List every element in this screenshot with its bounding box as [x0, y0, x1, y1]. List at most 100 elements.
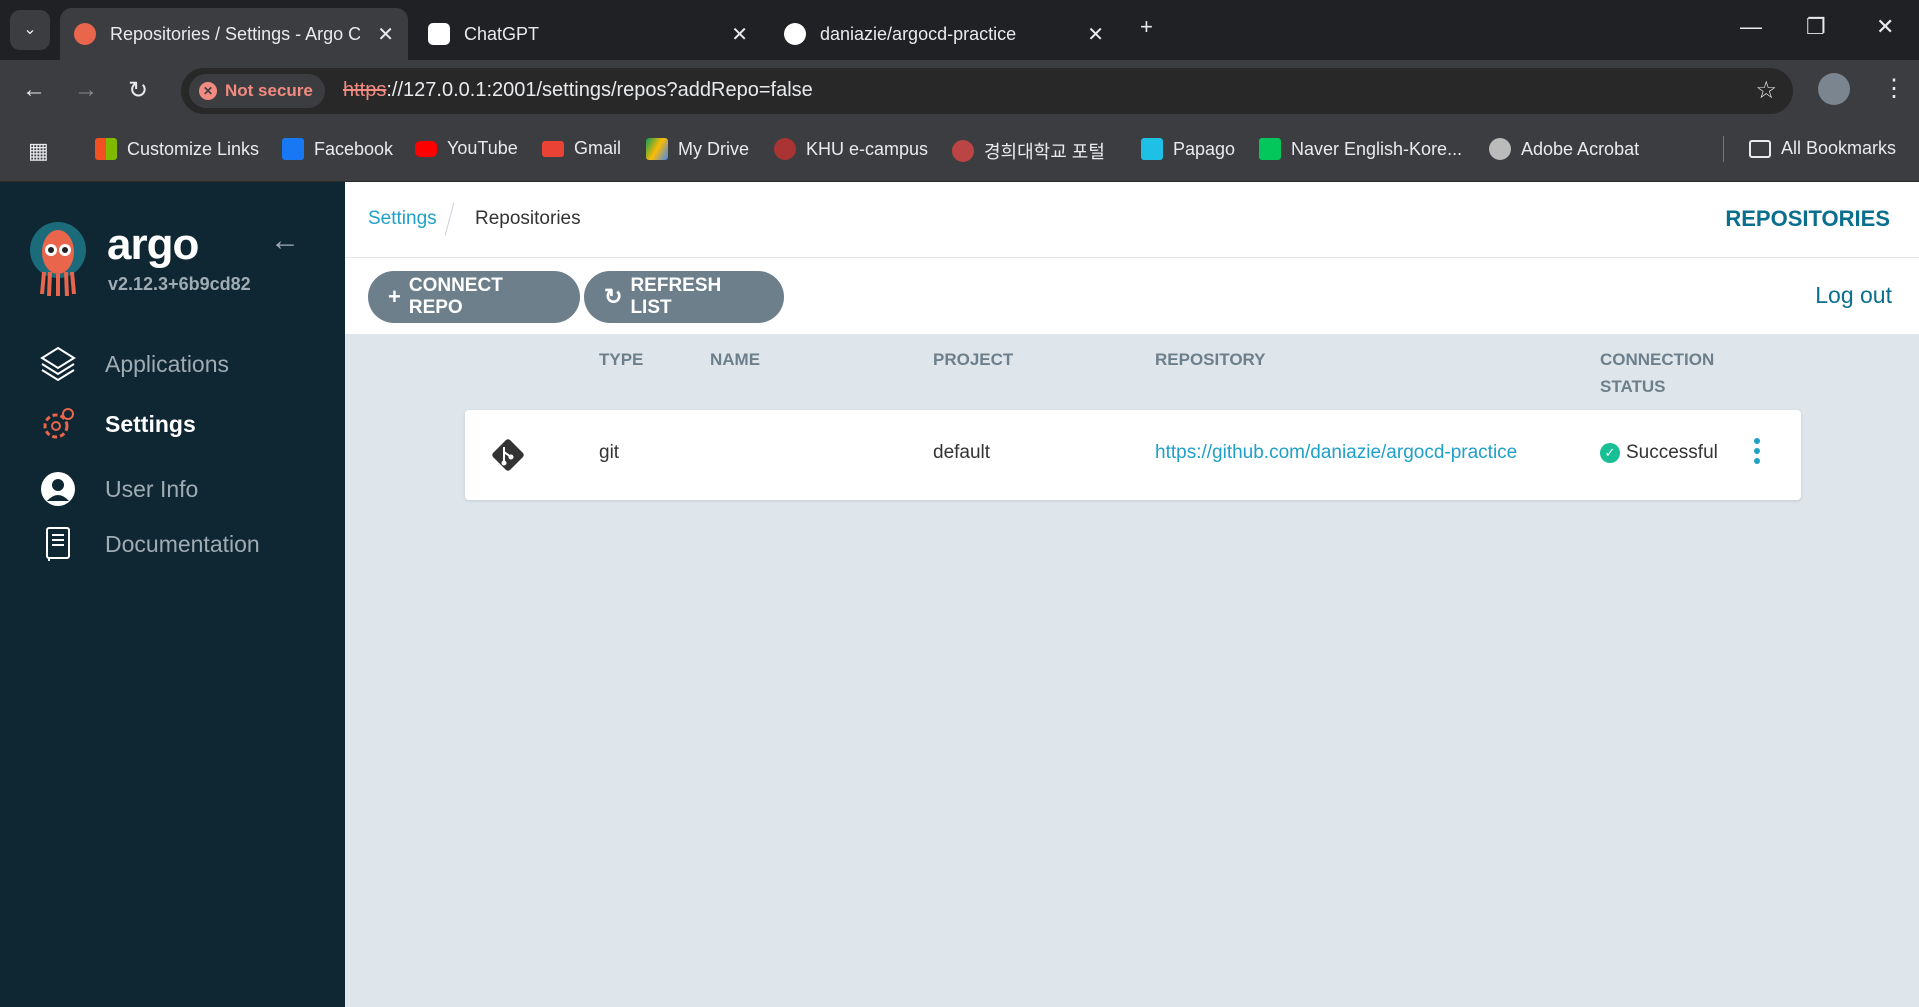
breadcrumb-repositories: Repositories	[475, 208, 581, 229]
repository-link[interactable]: https://github.com/daniazie/argocd-pract…	[1155, 442, 1517, 464]
forward-button[interactable]: →	[74, 76, 98, 104]
status-text: Successful	[1626, 442, 1718, 463]
plus-icon: +	[388, 284, 401, 309]
back-button[interactable]: ←	[22, 76, 46, 104]
bookmark[interactable]: 경희대학교 포털	[952, 138, 1105, 164]
all-bookmarks[interactable]: All Bookmarks	[1749, 138, 1896, 159]
microsoft-icon	[95, 138, 117, 160]
close-tab-icon[interactable]: ✕	[731, 22, 748, 47]
close-tab-icon[interactable]: ✕	[377, 22, 394, 47]
restore-button[interactable]: ❐	[1806, 14, 1826, 40]
top-bar: Settings Repositories REPOSITORIES	[345, 182, 1919, 258]
security-chip[interactable]: ✕ Not secure	[189, 74, 325, 108]
profile-avatar[interactable]	[1818, 73, 1850, 105]
bookmark[interactable]: KHU e-campus	[774, 138, 928, 160]
table-row[interactable]: git default https://github.com/daniazie/…	[465, 410, 1801, 500]
button-label: REFRESH LIST	[630, 275, 722, 318]
version-label: v2.12.3+6b9cd82	[108, 274, 251, 294]
new-tab-button[interactable]: +	[1140, 14, 1153, 40]
close-window-button[interactable]: ✕	[1876, 14, 1894, 40]
tab-title: ChatGPT	[464, 23, 540, 44]
sidebar-item-documentation[interactable]: Documentation	[38, 524, 260, 564]
check-circle-icon: ✓	[1600, 443, 1620, 463]
tab-search-button[interactable]: ⌄	[10, 10, 50, 50]
papago-icon	[1141, 138, 1163, 160]
close-tab-icon[interactable]: ✕	[1087, 22, 1104, 47]
apps-grid-icon[interactable]: ▦	[28, 138, 49, 164]
minimize-button[interactable]: —	[1740, 14, 1762, 40]
tab-github[interactable]: daniazie/argocd-practice ✕	[770, 8, 1118, 60]
bookmark-label: Naver English-Kore...	[1291, 138, 1463, 159]
column-header-project: PROJECT	[933, 350, 1014, 369]
logout-link[interactable]: Log out	[1815, 282, 1892, 309]
reload-button[interactable]: ↻	[128, 76, 148, 105]
connect-repo-button[interactable]: + CONNECT REPO	[368, 271, 580, 323]
breadcrumb-settings[interactable]: Settings	[368, 208, 437, 230]
bookmark[interactable]: Papago	[1141, 138, 1235, 160]
header-line: STATUS	[1600, 377, 1666, 396]
tab-chatgpt[interactable]: ChatGPT ✕	[414, 8, 762, 60]
page-title: REPOSITORIES	[1725, 206, 1890, 231]
book-icon	[38, 524, 78, 564]
bookmark[interactable]: Naver English-Kore...	[1259, 138, 1462, 160]
naver-dictionary-icon	[1259, 138, 1281, 160]
bookmark[interactable]: Gmail	[542, 138, 621, 159]
sidebar-item-applications[interactable]: Applications	[38, 344, 229, 384]
refresh-icon: ↻	[604, 284, 623, 309]
bookmark-star-icon[interactable]: ☆	[1755, 76, 1777, 105]
chatgpt-favicon-icon	[428, 23, 450, 45]
url-scheme: https	[343, 79, 387, 101]
bookmark-label: All Bookmarks	[1781, 138, 1897, 158]
globe-icon	[1489, 138, 1511, 160]
cell-type: git	[599, 442, 620, 463]
bookmark[interactable]: My Drive	[646, 138, 749, 160]
gmail-icon	[542, 140, 564, 157]
sidebar-item-label: User Info	[105, 475, 199, 502]
browser-toolbar: ← → ↻ ✕ Not secure https://127.0.0.1:2001…	[0, 60, 1919, 120]
sidebar-item-user-info[interactable]: User Info	[38, 469, 198, 509]
browser-menu-icon[interactable]: ⋮	[1882, 74, 1906, 103]
action-bar: + CONNECT REPO ↻ REFRESH LIST Log out	[345, 258, 1919, 334]
column-header-type: TYPE	[599, 350, 644, 369]
bookmark[interactable]: YouTube	[415, 138, 518, 159]
column-header-name: NAME	[710, 350, 761, 369]
warning-icon: ✕	[199, 82, 217, 100]
gear-icon	[38, 404, 78, 444]
breadcrumb-separator	[444, 202, 455, 236]
bookmark[interactable]: Customize Links	[95, 138, 259, 160]
folder-icon	[1749, 139, 1771, 158]
google-drive-icon	[646, 138, 668, 160]
user-icon	[38, 469, 78, 509]
sidebar-item-label: Applications	[105, 350, 230, 377]
bookmark-label: KHU e-campus	[806, 138, 929, 159]
collapse-sidebar-button[interactable]: ←	[270, 224, 300, 258]
column-header-repository: REPOSITORY	[1155, 350, 1266, 369]
bookmark[interactable]: Adobe Acrobat	[1489, 138, 1639, 160]
sidebar-item-settings[interactable]: Settings	[38, 404, 196, 444]
bookmark-label: My Drive	[678, 138, 749, 159]
argo-logo-icon	[30, 222, 86, 296]
youtube-icon	[415, 140, 437, 157]
column-header-connection-status: CONNECTION STATUS	[1600, 346, 1714, 400]
argo-favicon-icon	[74, 23, 96, 45]
khu-portal-icon	[952, 140, 974, 162]
sidebar-item-label: Settings	[105, 410, 196, 437]
layers-icon	[38, 344, 78, 384]
bookmark-label: Gmail	[574, 138, 622, 158]
url-text[interactable]: https://127.0.0.1:2001/settings/repos?ad…	[343, 79, 813, 102]
bookmark-label: 경희대학교 포털	[984, 142, 1105, 162]
cell-project: default	[933, 442, 991, 463]
refresh-list-button[interactable]: ↻ REFRESH LIST	[584, 271, 784, 323]
sidebar-item-label: Documentation	[105, 530, 260, 557]
row-menu-button[interactable]	[1752, 438, 1762, 464]
git-icon	[492, 439, 524, 471]
bookmark[interactable]: Facebook	[282, 138, 393, 160]
brand-name: argo	[107, 220, 199, 269]
github-favicon-icon	[784, 23, 806, 45]
address-bar[interactable]: ✕ Not secure https://127.0.0.1:2001/setti…	[181, 68, 1793, 114]
browser-tab-bar: ⌄ Repositories / Settings - Argo C ✕ Cha…	[0, 0, 1919, 60]
bookmark-label: Customize Links	[127, 138, 260, 159]
security-label: Not secure	[225, 81, 313, 100]
tab-argo[interactable]: Repositories / Settings - Argo C ✕	[60, 8, 408, 60]
header-line: CONNECTION	[1600, 350, 1715, 369]
